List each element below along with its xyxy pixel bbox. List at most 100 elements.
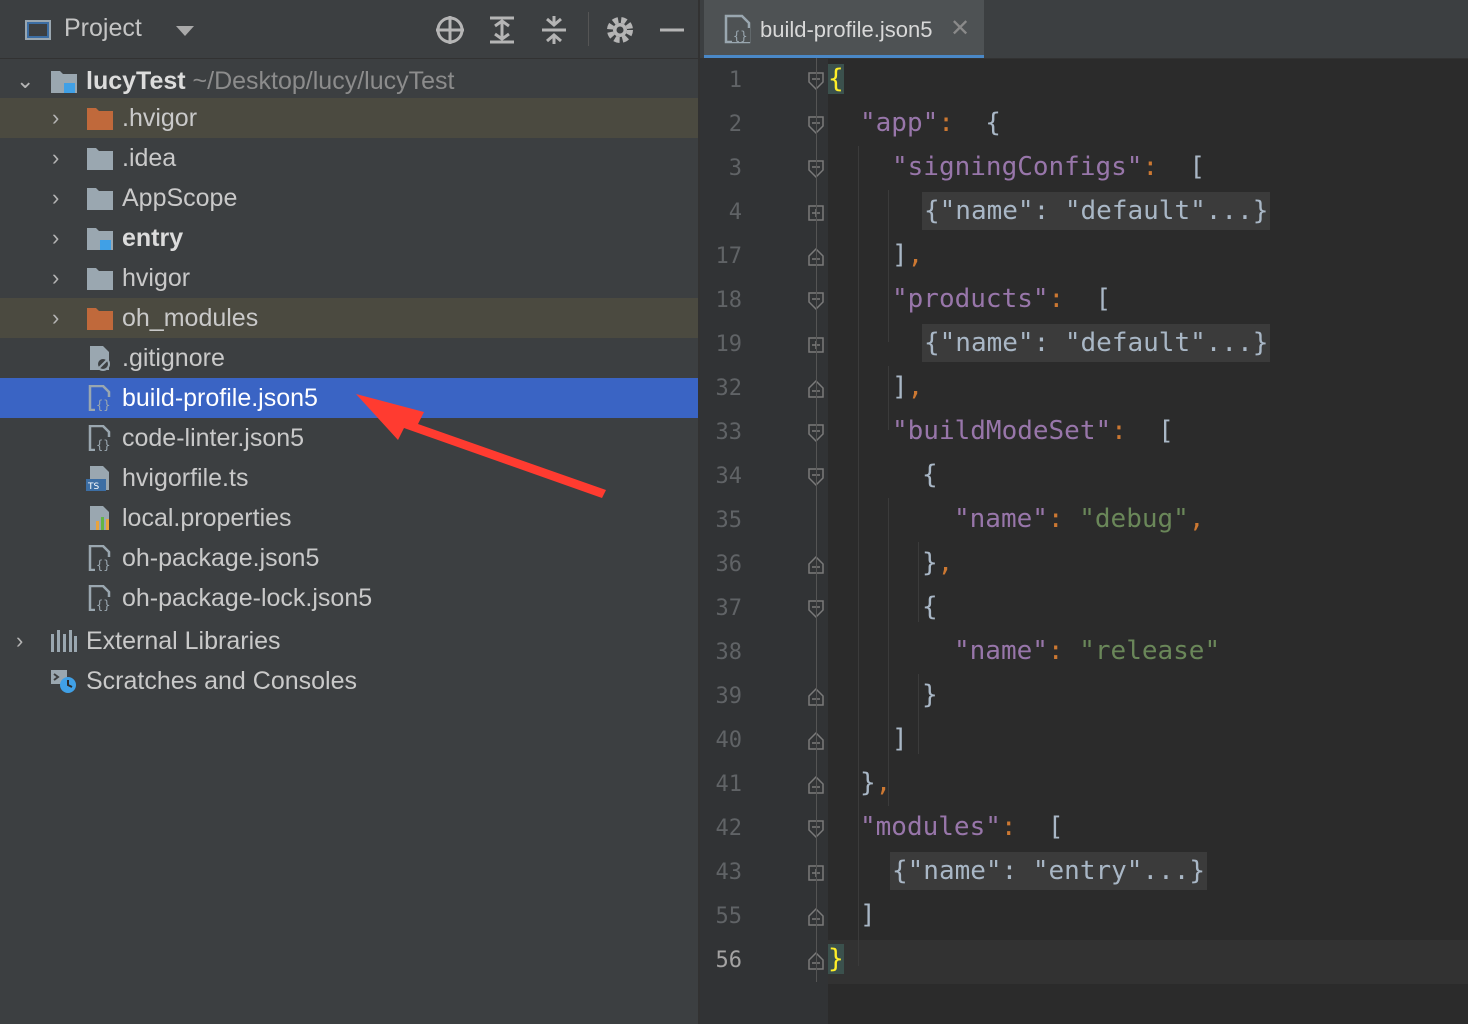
code-line: {	[828, 64, 844, 94]
chevron-right-icon[interactable]: ›	[52, 147, 66, 169]
tree-item-entry[interactable]: › entry	[0, 218, 698, 258]
tree-item-label: oh_modules	[122, 304, 259, 332]
code-line: ]	[860, 900, 876, 930]
code-line: ],	[892, 240, 923, 270]
code-token: ,	[937, 548, 954, 578]
folded-region[interactable]: {"name": "entry"...}	[890, 852, 1208, 890]
folder-icon	[87, 148, 113, 170]
locate-icon[interactable]	[434, 14, 466, 46]
json-file-icon: {}	[88, 425, 113, 451]
chevron-right-icon[interactable]: ›	[52, 107, 66, 129]
close-icon[interactable]: ✕	[950, 14, 970, 43]
svg-text:{}: {}	[96, 438, 110, 451]
code-line: {"name": "default"...}	[922, 192, 1271, 230]
line-number: 56	[715, 948, 743, 973]
tree-item-hvigor[interactable]: › .hvigor	[0, 98, 698, 138]
tree-item-label: hvigor	[122, 264, 191, 292]
line-number: 33	[715, 420, 743, 445]
gear-icon[interactable]	[604, 14, 636, 46]
code-token: :	[1142, 152, 1174, 182]
tree-item-idea[interactable]: › .idea	[0, 138, 698, 178]
tree-item-label: build-profile.json5	[122, 384, 318, 412]
code-editor: {} build-profile.json5 ✕ 1 2 3 4 17 18 19 32 33 3…	[698, 0, 1468, 1024]
tree-item-local-properties[interactable]: local.properties	[0, 498, 698, 538]
tab-build-profile[interactable]: {} build-profile.json5 ✕	[704, 0, 984, 58]
minimize-icon[interactable]	[656, 14, 688, 46]
ignore-file-icon	[90, 346, 110, 371]
code-token: ]	[860, 900, 876, 930]
code-token: ,	[907, 372, 924, 402]
line-number: 55	[715, 904, 743, 929]
code-token: {	[969, 108, 1001, 138]
line-number: 2	[728, 112, 742, 137]
indent-guide	[888, 366, 889, 430]
tree-item-code-linter-json5[interactable]: {} code-linter.json5	[0, 418, 698, 458]
tree-item-oh-package-json5[interactable]: {} oh-package.json5	[0, 538, 698, 578]
indent-guide	[918, 542, 919, 622]
tree-item-oh-modules[interactable]: › oh_modules	[0, 298, 698, 338]
tree-item-label: .idea	[122, 144, 177, 172]
code-line: {"name": "default"...}	[922, 324, 1271, 362]
folded-region[interactable]: {"name": "default"...}	[922, 324, 1271, 362]
line-number: 17	[715, 244, 743, 269]
line-number: 36	[715, 552, 743, 577]
code-token: :	[938, 108, 970, 138]
code-token: "modules"	[860, 812, 1001, 842]
project-view-title[interactable]: Project	[64, 14, 142, 43]
editor-gutter: 1 2 3 4 17 18 19 32 33 34 35 36 37 38 39 40 41 42 43 55 56	[700, 58, 828, 1024]
tree-item-build-profile-json5[interactable]: {} build-profile.json5	[0, 378, 698, 418]
indent-guide	[888, 190, 889, 342]
libraries-icon	[51, 630, 77, 652]
line-number: 39	[715, 684, 743, 709]
code-token: "name"	[954, 504, 1048, 534]
chevron-down-icon[interactable]	[176, 26, 194, 36]
tree-root-lucyTest[interactable]: ⌄ lucyTest ~/Desktop/lucy/lucyTest	[0, 61, 698, 101]
code-token: }	[828, 944, 844, 974]
code-token: "release"	[1079, 636, 1221, 666]
collapse-all-icon[interactable]	[538, 14, 570, 46]
code-token: [	[1142, 416, 1174, 446]
code-token: "name"	[954, 636, 1048, 666]
tree-item-scratches[interactable]: Scratches and Consoles	[0, 661, 698, 701]
tree-item-appscope[interactable]: › AppScope	[0, 178, 698, 218]
json-file-icon: {}	[88, 385, 113, 411]
chevron-right-icon[interactable]: ›	[16, 630, 30, 652]
code-token: }	[922, 680, 938, 710]
tree-item-label: .gitignore	[122, 344, 225, 372]
tree-item-gitignore[interactable]: .gitignore	[0, 338, 698, 378]
folded-region[interactable]: {"name": "default"...}	[922, 192, 1271, 230]
tree-item-hvigorfile-ts[interactable]: TS hvigorfile.ts	[0, 458, 698, 498]
chevron-right-icon[interactable]: ›	[52, 307, 66, 329]
tree-item-hvigor[interactable]: › hvigor	[0, 258, 698, 298]
line-number: 35	[715, 508, 743, 533]
line-number: 3	[728, 156, 742, 181]
code-line: "modules": [	[860, 812, 1064, 842]
json-file-icon: {}	[88, 545, 113, 571]
excluded-folder-icon	[87, 308, 113, 330]
expand-all-icon[interactable]	[486, 14, 518, 46]
line-number: 37	[715, 596, 743, 621]
indent-guide	[918, 674, 919, 754]
indent-guide	[858, 850, 859, 950]
toolbar-divider	[588, 12, 589, 46]
chevron-down-icon[interactable]: ⌄	[16, 70, 34, 92]
tree-item-external-libraries[interactable]: › External Libraries	[0, 621, 698, 661]
code-token: ]	[892, 724, 908, 754]
properties-file-icon	[90, 506, 109, 530]
code-line: {	[922, 460, 938, 490]
code-area[interactable]: {"app": {"signingConfigs": [{"name": "de…	[828, 58, 1468, 1024]
code-line: "app": {	[860, 108, 1001, 138]
code-line: },	[860, 768, 891, 798]
tree-item-label: Scratches and Consoles	[86, 667, 357, 695]
code-line: "buildModeSet": [	[892, 416, 1174, 446]
chevron-right-icon[interactable]: ›	[52, 267, 66, 289]
project-root-name: lucyTest	[86, 67, 186, 95]
tree-item-label: oh-package-lock.json5	[122, 584, 373, 612]
tree-item-label: AppScope	[122, 184, 238, 212]
chevron-right-icon[interactable]: ›	[52, 187, 66, 209]
code-token: [	[1079, 284, 1112, 314]
svg-text:TS: TS	[87, 482, 99, 491]
module-folder-icon	[87, 228, 113, 250]
tree-item-oh-package-lock-json5[interactable]: {} oh-package-lock.json5	[0, 578, 698, 618]
chevron-right-icon[interactable]: ›	[52, 227, 66, 249]
